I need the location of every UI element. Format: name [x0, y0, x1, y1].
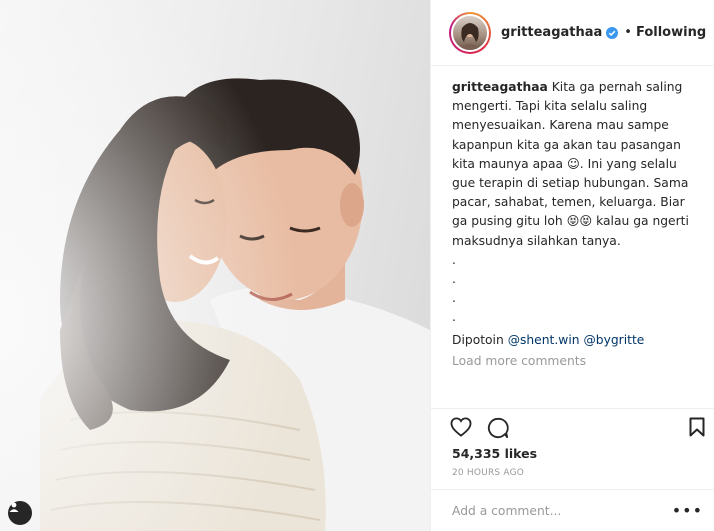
bookmark-icon[interactable]	[689, 417, 705, 441]
comments-section: gritteagathaa Kita ga pernah saling meng…	[431, 66, 714, 371]
load-more-comments[interactable]: Load more comments	[452, 352, 696, 371]
separator-dot: •	[624, 25, 632, 40]
caption: gritteagathaa Kita ga pernah saling meng…	[452, 78, 696, 328]
comment-form: •••	[431, 489, 714, 531]
mention-shentwin[interactable]: @shent.win	[508, 333, 580, 347]
caption-username[interactable]: gritteagathaa	[452, 80, 548, 94]
photo-credit: Dipotoin @shent.win @bygritte	[452, 331, 696, 350]
post-side-panel: gritteagathaa • Following gritteagathaa …	[430, 0, 714, 531]
following-button[interactable]: Following	[636, 25, 706, 40]
post-photo[interactable]	[0, 0, 430, 531]
heart-icon[interactable]	[450, 417, 472, 441]
couple-photo-illustration	[0, 0, 430, 531]
mention-bygritte[interactable]: @bygritte	[583, 333, 644, 347]
user-tag-icon[interactable]	[8, 501, 32, 525]
caption-text: Kita ga pernah saling mengerti. Tapi kit…	[452, 80, 689, 325]
add-comment-input[interactable]	[452, 503, 672, 518]
post-header: gritteagathaa • Following	[431, 0, 714, 66]
post-timestamp[interactable]: 20 HOURS AGO	[452, 468, 524, 478]
avatar-story-ring[interactable]	[449, 11, 491, 54]
likes-count[interactable]: 54,335 likes	[452, 446, 537, 461]
credit-prefix: Dipotoin	[452, 332, 508, 347]
speech-bubble-icon[interactable]	[487, 417, 509, 443]
verified-badge-icon	[606, 26, 619, 39]
post-username[interactable]: gritteagathaa	[501, 25, 602, 40]
action-bar	[431, 408, 714, 444]
more-options-icon[interactable]: •••	[672, 501, 703, 520]
avatar[interactable]	[451, 13, 489, 52]
